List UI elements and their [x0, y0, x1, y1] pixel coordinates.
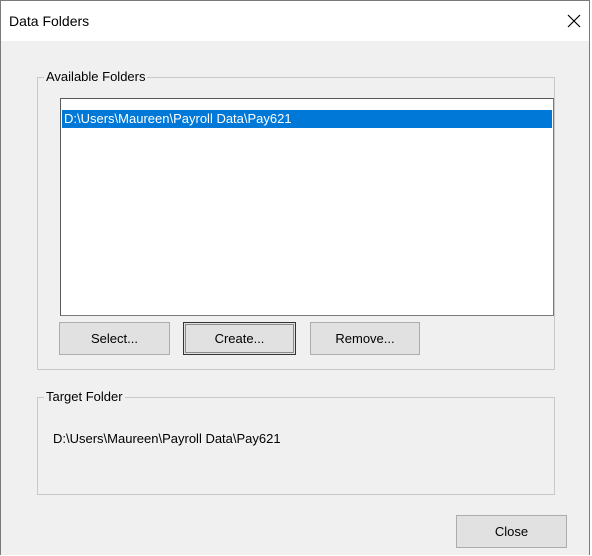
target-folder-path: D:\Users\Maureen\Payroll Data\Pay621 — [53, 431, 281, 446]
title-bar[interactable]: Data Folders — [1, 1, 589, 41]
target-folder-group: Target Folder — [37, 389, 555, 495]
create-button[interactable]: Create... — [183, 322, 296, 355]
remove-button[interactable]: Remove... — [310, 322, 420, 355]
data-folders-dialog: Data Folders Available Folders D:\Users\… — [0, 0, 590, 555]
available-folders-list[interactable]: D:\Users\Maureen\Payroll Data\Pay621 — [60, 98, 554, 316]
target-folder-legend: Target Folder — [44, 389, 125, 404]
window-title: Data Folders — [9, 13, 90, 29]
close-button[interactable]: Close — [456, 515, 567, 548]
list-item-selected[interactable]: D:\Users\Maureen\Payroll Data\Pay621 — [62, 110, 552, 128]
select-button[interactable]: Select... — [59, 322, 170, 355]
close-icon — [567, 14, 581, 28]
available-folders-legend: Available Folders — [44, 69, 148, 84]
close-window-button[interactable] — [559, 7, 589, 35]
